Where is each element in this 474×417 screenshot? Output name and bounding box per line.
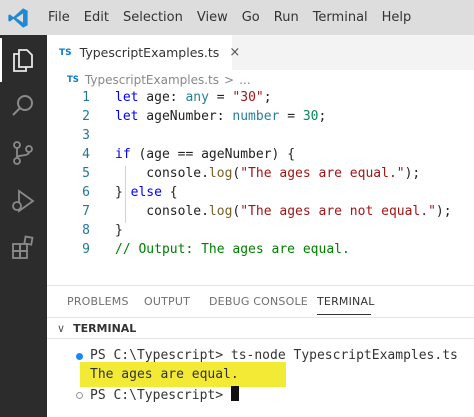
tab-output[interactable]: OUTPUT xyxy=(144,295,190,308)
code-line: 7 console.log("The ages are not equal.")… xyxy=(47,204,474,223)
terminal-line-output: The ages are equal. xyxy=(90,367,239,382)
line-text: console.log("The ages are equal."); xyxy=(115,166,421,181)
menu-terminal[interactable]: Terminal xyxy=(306,10,375,25)
line-number: 7 xyxy=(82,204,90,219)
menu-help[interactable]: Help xyxy=(375,10,419,25)
menu-run[interactable]: Run xyxy=(267,10,306,25)
close-icon[interactable]: × xyxy=(229,45,240,60)
code-line: 3 xyxy=(47,128,474,147)
typescript-file-icon: TS xyxy=(59,47,72,58)
code-line: 5 console.log("The ages are equal."); xyxy=(47,166,474,185)
source-control-icon[interactable] xyxy=(10,140,36,166)
breadcrumb-separator: > xyxy=(224,73,235,87)
line-text: // Output: The ages are equal. xyxy=(115,242,350,257)
code-editor[interactable]: 1 let age: any = "30"; 2 let ageNumber: … xyxy=(47,90,474,285)
menu-view[interactable]: View xyxy=(190,10,235,25)
extensions-icon[interactable] xyxy=(10,235,36,261)
prompt-text: PS C:\Typescript> xyxy=(90,388,231,403)
code-line: 4 if (age == ageNumber) { xyxy=(47,147,474,166)
code-line: 1 let age: any = "30"; xyxy=(47,90,474,109)
line-text: } xyxy=(115,223,123,238)
command-success-dot[interactable] xyxy=(76,353,83,360)
breadcrumb: TS TypescriptExamples.ts > ... xyxy=(47,70,474,90)
chevron-down-icon[interactable]: ∨ xyxy=(57,322,65,335)
menu-edit[interactable]: Edit xyxy=(77,10,116,25)
terminal-line-command: PS C:\Typescript> ts-node TypescriptExam… xyxy=(90,348,458,363)
active-tab-underline xyxy=(317,314,371,315)
terminal-cursor xyxy=(230,386,239,401)
line-number: 3 xyxy=(82,128,90,143)
breadcrumb-file[interactable]: TypescriptExamples.ts xyxy=(85,73,219,87)
editor-tabs: TS TypescriptExamples.ts × xyxy=(47,35,474,70)
activity-bar xyxy=(0,35,47,417)
line-number: 2 xyxy=(82,109,90,124)
run-debug-icon[interactable] xyxy=(10,188,36,214)
line-number: 1 xyxy=(82,90,90,105)
menu-bar: File Edit Selection View Go Run Terminal… xyxy=(0,0,474,35)
line-text: let ageNumber: number = 30; xyxy=(115,109,327,124)
tab-debug-console[interactable]: DEBUG CONSOLE xyxy=(209,295,308,308)
line-text: let age: any = "30"; xyxy=(115,90,272,105)
line-text: if (age == ageNumber) { xyxy=(115,147,296,162)
code-line: 8 } xyxy=(47,223,474,242)
code-line: 9 // Output: The ages are equal. xyxy=(47,242,474,261)
tab-problems[interactable]: PROBLEMS xyxy=(67,295,129,308)
breadcrumb-more[interactable]: ... xyxy=(239,73,250,87)
typescript-file-icon: TS xyxy=(67,75,79,85)
tab-label: TypescriptExamples.ts xyxy=(79,45,220,60)
search-icon[interactable] xyxy=(10,93,36,119)
terminal-header[interactable]: ∨ TERMINAL xyxy=(47,317,474,339)
terminal[interactable]: PS C:\Typescript> ts-node TypescriptExam… xyxy=(47,339,474,417)
tab-typescript-examples[interactable]: TS TypescriptExamples.ts × xyxy=(47,35,240,70)
code-line: 2 let ageNumber: number = 30; xyxy=(47,109,474,128)
code-line: 6 } else { xyxy=(47,185,474,204)
menu-go[interactable]: Go xyxy=(235,10,267,25)
line-number: 6 xyxy=(82,185,90,200)
terminal-title: TERMINAL xyxy=(73,321,137,335)
line-number: 4 xyxy=(82,147,90,162)
line-text: } else { xyxy=(115,185,178,200)
line-number: 8 xyxy=(82,223,90,238)
terminal-line-prompt: PS C:\Typescript> xyxy=(90,386,239,403)
active-indicator xyxy=(0,38,2,82)
line-number: 5 xyxy=(82,166,90,181)
menu-selection[interactable]: Selection xyxy=(116,10,190,25)
menu-file[interactable]: File xyxy=(41,10,77,25)
command-pending-dot[interactable] xyxy=(76,392,83,399)
panel-tabs: PROBLEMS OUTPUT DEBUG CONSOLE TERMINAL xyxy=(47,285,474,317)
vscode-logo-icon[interactable] xyxy=(7,7,29,29)
line-number: 9 xyxy=(82,242,90,257)
line-text: console.log("The ages are not equal."); xyxy=(115,204,452,219)
tab-terminal[interactable]: TERMINAL xyxy=(317,295,375,308)
explorer-icon[interactable] xyxy=(10,47,36,73)
